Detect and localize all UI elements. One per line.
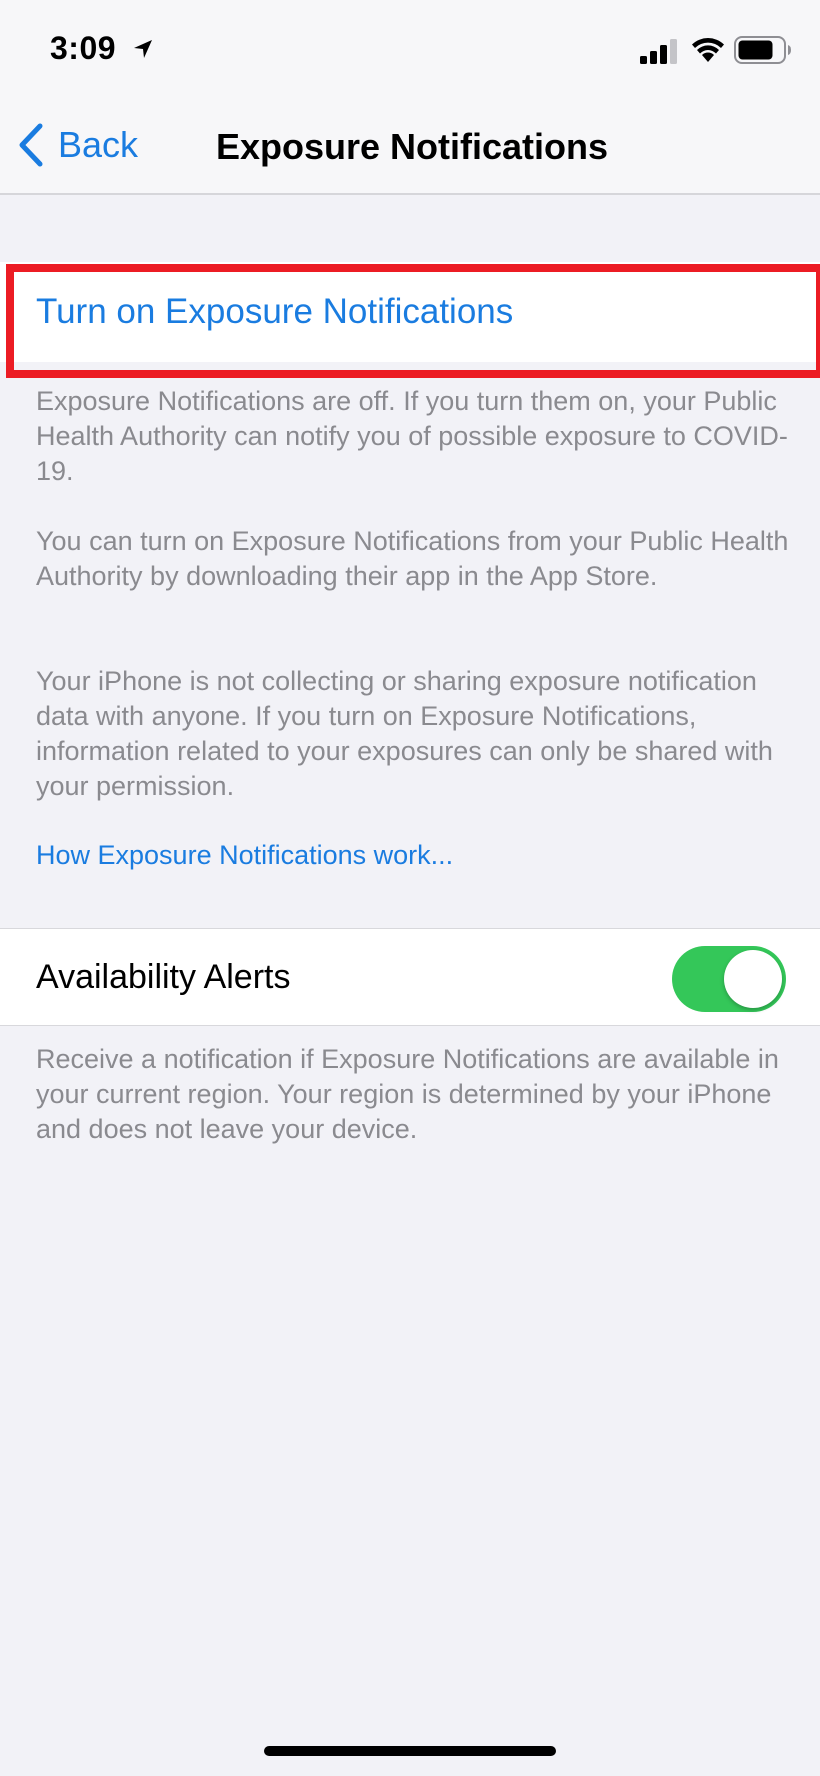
toggle-knob	[724, 950, 782, 1008]
signal-icon	[640, 39, 677, 64]
turn-on-label: Turn on Exposure Notifications	[36, 292, 514, 331]
battery-icon	[734, 36, 791, 64]
app-store-description: You can turn on Exposure Notifications f…	[36, 526, 789, 591]
status-bar: 3:09	[0, 0, 820, 100]
status-time: 3:09	[50, 30, 117, 66]
availability-alerts-description: Receive a notification if Exposure Notif…	[36, 1044, 779, 1144]
availability-alerts-label: Availability Alerts	[36, 957, 291, 996]
how-exposure-notifications-work-link[interactable]: How Exposure Notifications work...	[36, 838, 453, 873]
privacy-description: Your iPhone is not collecting or sharing…	[36, 666, 773, 801]
location-arrow-icon	[134, 40, 152, 58]
availability-alerts-row: Availability Alerts	[0, 928, 820, 1026]
navigation-bar: Back Exposure Notifications	[0, 100, 820, 195]
turn-on-exposure-notifications-button[interactable]: Turn on Exposure Notifications	[0, 262, 820, 362]
page-title: Exposure Notifications	[215, 126, 609, 167]
availability-alerts-toggle[interactable]	[672, 946, 786, 1012]
home-indicator[interactable]	[264, 1746, 556, 1756]
exposure-off-description: Exposure Notifications are off. If you t…	[36, 386, 788, 486]
wifi-icon	[692, 38, 724, 62]
